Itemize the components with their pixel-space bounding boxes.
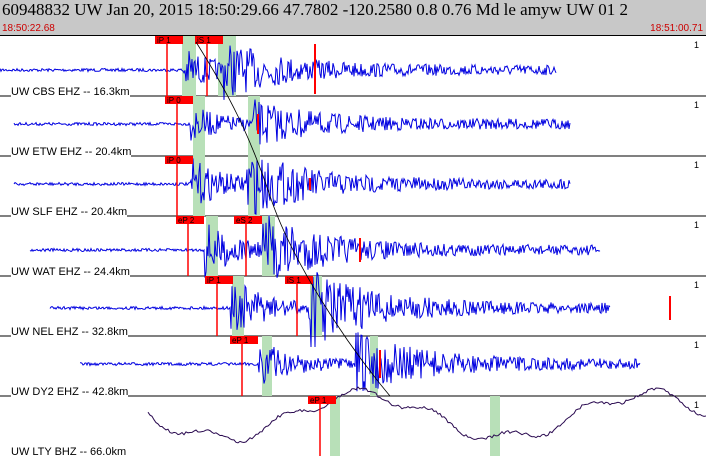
channel-label-wat: UW WAT EHZ -- 24.4km xyxy=(11,266,130,278)
scale-mark: 1 xyxy=(694,220,699,230)
pick-label: iP 0 xyxy=(167,96,181,105)
pick-label: eP 1 xyxy=(310,396,327,405)
time-axis-bar: 18:50:22.68 18:51:00.71 xyxy=(0,22,706,36)
channel-label-dy2: UW DY2 EHZ -- 42.8km xyxy=(11,386,129,398)
channel-label-slf: UW SLF EHZ -- 20.4km xyxy=(11,206,128,218)
pick-label: eS 2 xyxy=(236,216,253,225)
channel-label-cbs: UW CBS EHZ -- 16.3km xyxy=(11,86,130,98)
pick-label: iP 0 xyxy=(167,156,181,165)
p-window xyxy=(193,156,205,216)
pick-label: eP 1 xyxy=(232,336,249,345)
trace-lty xyxy=(147,386,706,444)
pick-label: iS 1 xyxy=(287,276,301,285)
p-window xyxy=(206,216,218,276)
end-time-label: 18:51:00.71 xyxy=(650,23,703,34)
p-window xyxy=(330,396,340,456)
p-window xyxy=(193,96,205,156)
scale-mark: 1 xyxy=(694,40,699,50)
pick-label: eP 2 xyxy=(178,216,195,225)
event-title: 60948832 UW Jan 20, 2015 18:50:29.66 47.… xyxy=(2,0,628,19)
channel-label-etw: UW ETW EHZ -- 20.4km xyxy=(11,146,132,158)
seismogram-panel[interactable]: 1 1 1 1 1 1 1 iP 1 iS 1 iP 0 iP 0 eP 2 eS 2 iP 1 iS 1 e… xyxy=(0,36,706,458)
scale-mark: 1 xyxy=(694,340,699,350)
p-window xyxy=(262,336,272,396)
scale-mark: 1 xyxy=(694,400,699,410)
channel-label-nel: UW NEL EHZ -- 32.8km xyxy=(11,326,128,338)
start-time-label: 18:50:22.68 xyxy=(2,23,55,34)
scale-mark: 1 xyxy=(694,160,699,170)
scale-mark: 1 xyxy=(694,100,699,110)
event-header-bar: 60948832 UW Jan 20, 2015 18:50:29.66 47.… xyxy=(0,0,706,22)
channel-label-lty: UW LTY BHZ -- 66.0km xyxy=(11,446,127,458)
scale-mark: 1 xyxy=(694,280,699,290)
trace-5 xyxy=(79,332,641,392)
pick-label: iP 1 xyxy=(207,276,221,285)
pick-label: iP 1 xyxy=(157,36,171,45)
trace-1 xyxy=(13,99,571,145)
pick-label: iS 1 xyxy=(197,36,211,45)
s-window xyxy=(490,396,500,456)
